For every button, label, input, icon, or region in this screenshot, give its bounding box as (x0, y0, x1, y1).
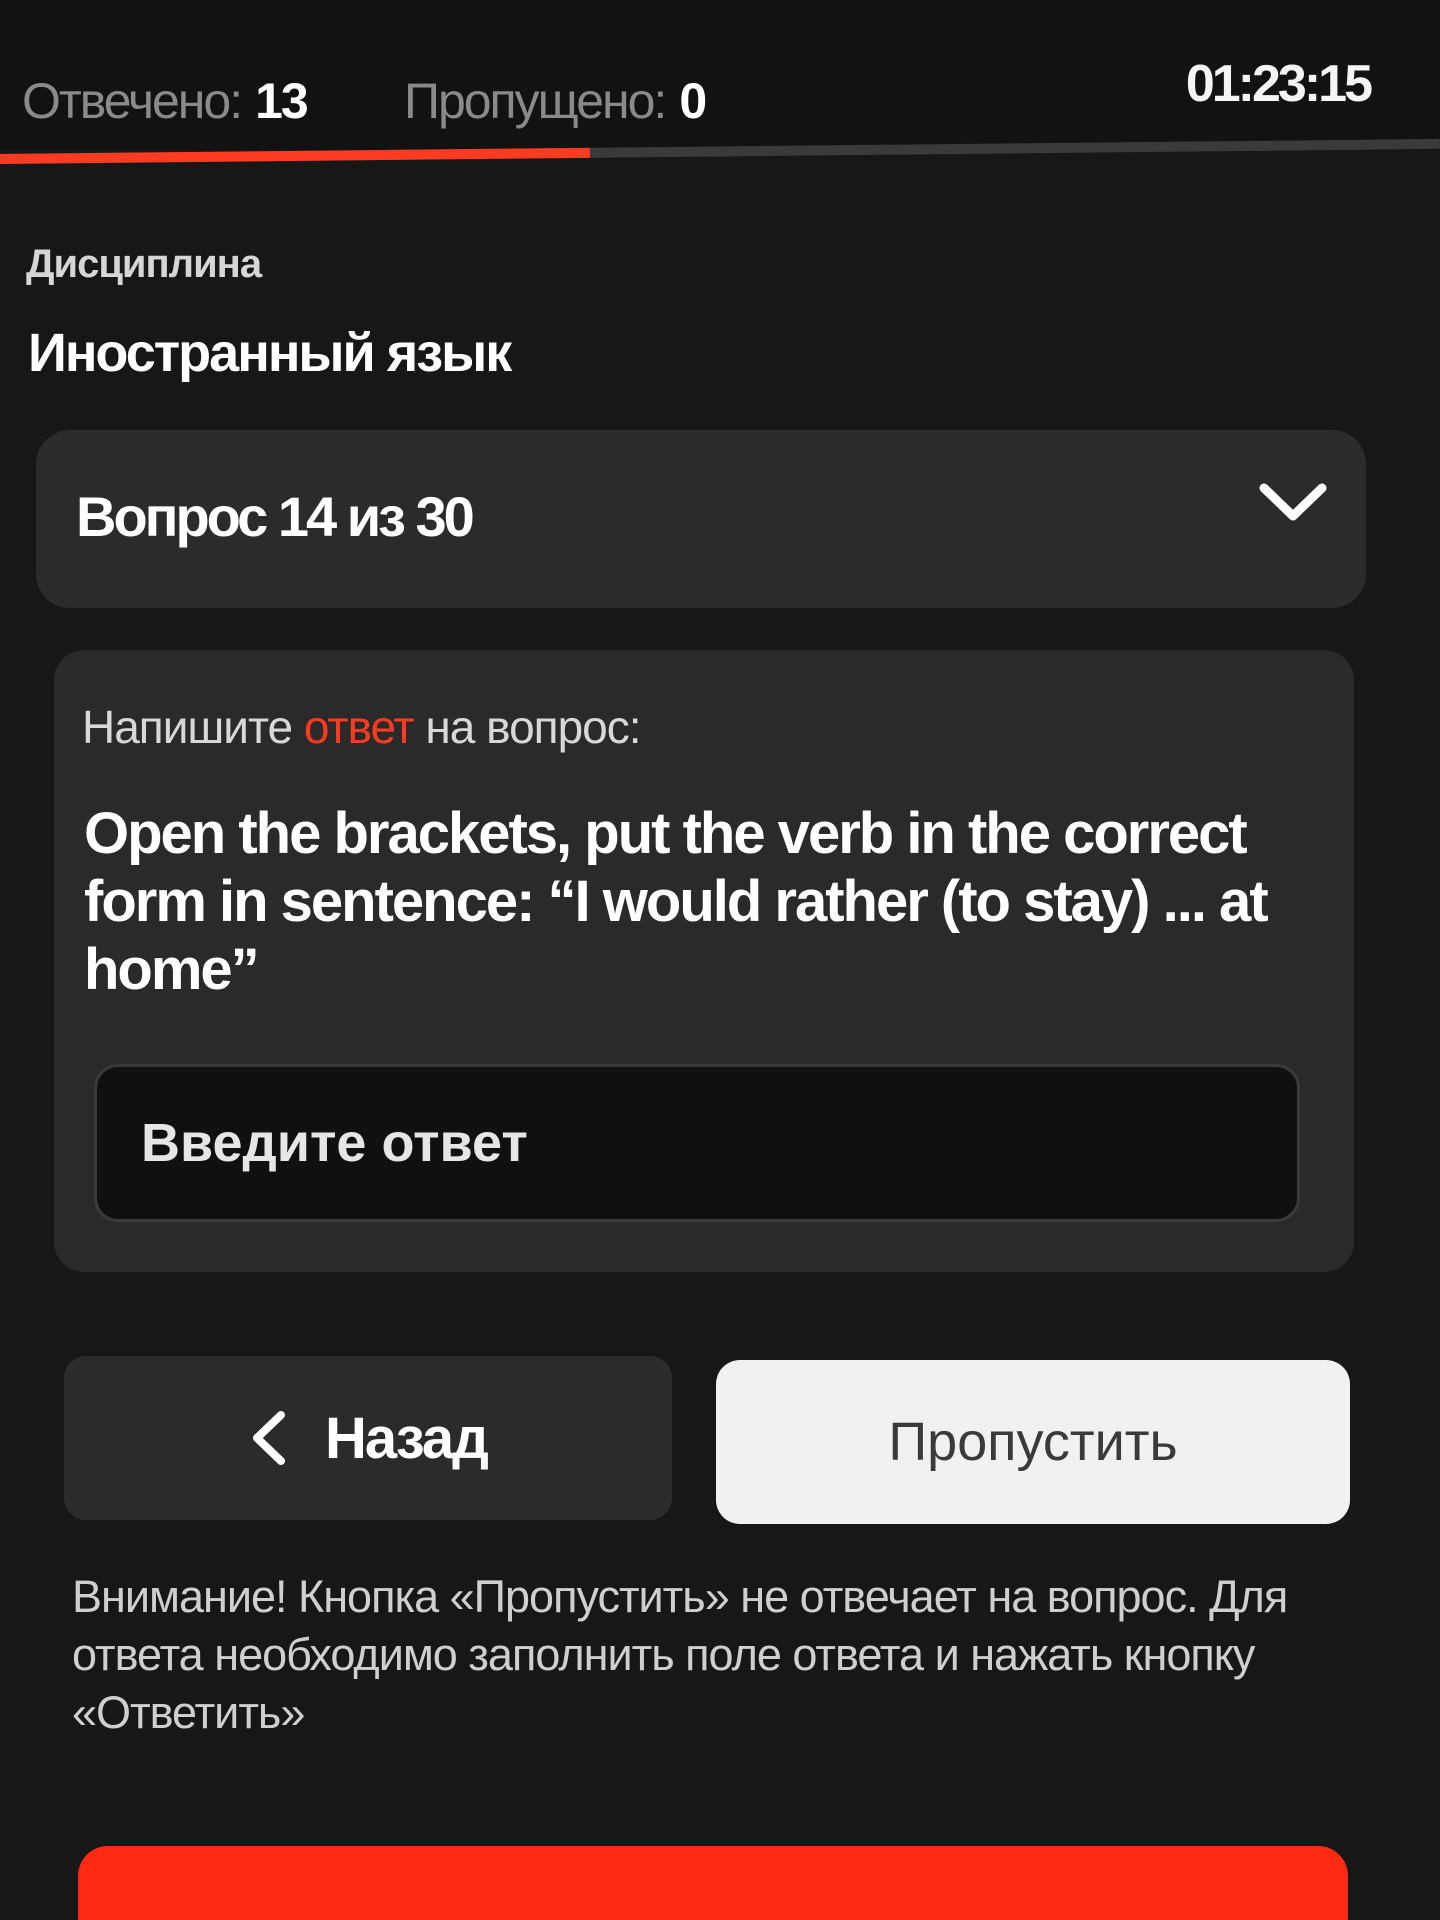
skip-button-label: Пропустить (888, 1412, 1178, 1472)
question-card: Напишите ответ на вопрос: Open the brack… (54, 650, 1354, 1272)
skipped-count: 0 (679, 73, 707, 129)
prompt-text-end: на вопрос: (413, 701, 641, 753)
question-number: Вопрос 14 из 30 (76, 485, 475, 548)
back-button-label: Назад (325, 1405, 489, 1471)
skip-button[interactable]: Пропустить (716, 1360, 1350, 1524)
answer-prompt: Напишите ответ на вопрос: (82, 700, 642, 754)
chevron-down-icon (1259, 483, 1327, 521)
skip-warning: Внимание! Кнопка «Пропустить» не отвечае… (72, 1571, 1288, 1738)
status-bar: Отвечено: 13 Пропущено: 0 01:23:15 (0, 0, 1440, 150)
back-button[interactable]: Назад (64, 1356, 672, 1520)
answered-count: 13 (255, 73, 309, 129)
answer-input[interactable] (94, 1064, 1300, 1222)
discipline-name: Иностранный язык (28, 323, 512, 383)
test-screen: Отвечено: 13 Пропущено: 0 01:23:15 Дисципл… (0, 0, 1440, 1920)
answered-counter: Отвечено: 13 (22, 72, 309, 130)
question-selector[interactable]: Вопрос 14 из 30 (36, 430, 1366, 608)
chevron-left-icon (253, 1411, 285, 1465)
timer: 01:23:15 (1185, 55, 1373, 113)
skipped-label: Пропущено: (404, 73, 667, 129)
prompt-text-start: Напишите (82, 701, 304, 753)
discipline-label: Дисциплина (26, 242, 262, 286)
progress-fill (0, 147, 591, 164)
answered-label: Отвечено: (22, 73, 243, 129)
question-text: Open the brackets, put the verb in the c… (84, 801, 1269, 1002)
prompt-accent: ответ (303, 701, 415, 753)
answer-submit-button[interactable] (78, 1846, 1348, 1920)
skipped-counter: Пропущено: 0 (404, 72, 707, 130)
